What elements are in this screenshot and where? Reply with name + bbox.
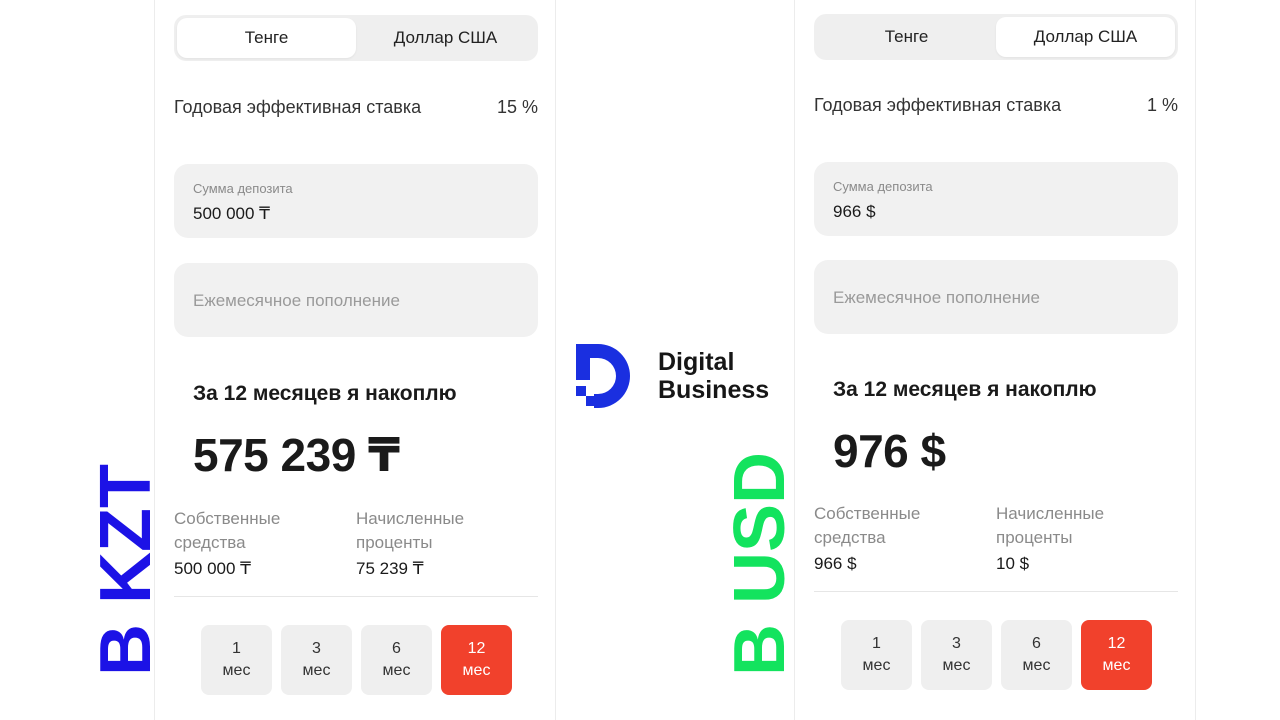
deposit-amount-label: Сумма депозита [833, 179, 933, 194]
accrued-interest-value: 10 $ [996, 554, 1030, 573]
monthly-topup-field[interactable]: Ежемесячное пополнение [174, 263, 538, 337]
result-amount: 976 $ [833, 425, 946, 477]
breakdown: Собственные средства 966 $ Начисленные про… [814, 502, 1178, 574]
deposit-amount-field[interactable]: Сумма депозита 500 000 ₸ [174, 164, 538, 238]
tab-tenge[interactable]: Тенге [177, 18, 356, 58]
monthly-topup-placeholder: Ежемесячное пополнение [193, 291, 400, 310]
result-heading: За 12 месяцев я накоплю [193, 382, 457, 405]
own-funds-label: Собственные средства [814, 504, 921, 547]
term-3-months[interactable]: 3 мес [921, 620, 992, 690]
kzt-side-label: В KZT [86, 464, 166, 676]
tab-usd[interactable]: Доллар США [356, 18, 535, 58]
rate-row: Годовая эффективная ставка 15 % [174, 97, 538, 118]
deposit-amount-value: 966 $ [833, 202, 876, 221]
monthly-topup-placeholder: Ежемесячное пополнение [833, 288, 1040, 307]
accrued-interest-value: 75 239 ₸ [356, 559, 424, 578]
currency-switch: Тенге Доллар США [814, 14, 1178, 60]
breakdown: Собственные средства 500 000 ₸ Начисленны… [174, 507, 538, 579]
accrued-interest: Начисленные проценты 10 $ [996, 502, 1178, 574]
term-3-months[interactable]: 3 мес [281, 625, 352, 695]
tab-tenge[interactable]: Тенге [817, 17, 996, 57]
digital-business-logo-text: Digital Business [658, 348, 770, 404]
term-6-months[interactable]: 6 мес [1001, 620, 1072, 690]
digital-business-logo-icon [576, 344, 630, 408]
accrued-interest-label: Начисленные проценты [356, 509, 465, 552]
deposit-amount-value: 500 000 ₸ [193, 204, 270, 223]
deposit-amount-field[interactable]: Сумма депозита 966 $ [814, 162, 1178, 236]
result-amount: 575 239 ₸ [193, 429, 400, 481]
rate-value: 15 % [496, 97, 538, 117]
term-selector: 1 мес 3 мес 6 мес 12 мес [841, 620, 1152, 690]
tab-usd[interactable]: Доллар США [996, 17, 1175, 57]
own-funds: Собственные средства 500 000 ₸ [174, 507, 356, 579]
divider [174, 596, 538, 597]
currency-switch: Тенге Доллар США [174, 15, 538, 61]
digital-business-logo: Digital Business [574, 342, 769, 410]
term-6-months[interactable]: 6 мес [361, 625, 432, 695]
own-funds-value: 966 $ [814, 554, 857, 573]
own-funds-value: 500 000 ₸ [174, 559, 251, 578]
monthly-topup-field[interactable]: Ежемесячное пополнение [814, 260, 1178, 334]
divider [814, 591, 1178, 592]
term-12-months[interactable]: 12 мес [441, 625, 512, 695]
own-funds-label: Собственные средства [174, 509, 281, 552]
calculator-panel-kzt: Тенге Доллар США Годовая эффективная ста… [154, 0, 556, 720]
rate-row: Годовая эффективная ставка 1 % [814, 95, 1178, 116]
term-1-month[interactable]: 1 мес [201, 625, 272, 695]
result-heading: За 12 месяцев я накоплю [833, 378, 1097, 401]
accrued-interest-label: Начисленные проценты [996, 504, 1105, 547]
deposit-amount-label: Сумма депозита [193, 181, 293, 196]
term-1-month[interactable]: 1 мес [841, 620, 912, 690]
usd-side-label: В USD [720, 451, 800, 676]
rate-label: Годовая эффективная ставка [174, 97, 422, 117]
own-funds: Собственные средства 966 $ [814, 502, 996, 574]
rate-label: Годовая эффективная ставка [814, 95, 1062, 115]
term-12-months[interactable]: 12 мес [1081, 620, 1152, 690]
accrued-interest: Начисленные проценты 75 239 ₸ [356, 507, 538, 579]
rate-value: 1 % [1146, 95, 1178, 115]
calculator-panel-usd: Тенге Доллар США Годовая эффективная ста… [794, 0, 1196, 720]
term-selector: 1 мес 3 мес 6 мес 12 мес [201, 625, 512, 695]
